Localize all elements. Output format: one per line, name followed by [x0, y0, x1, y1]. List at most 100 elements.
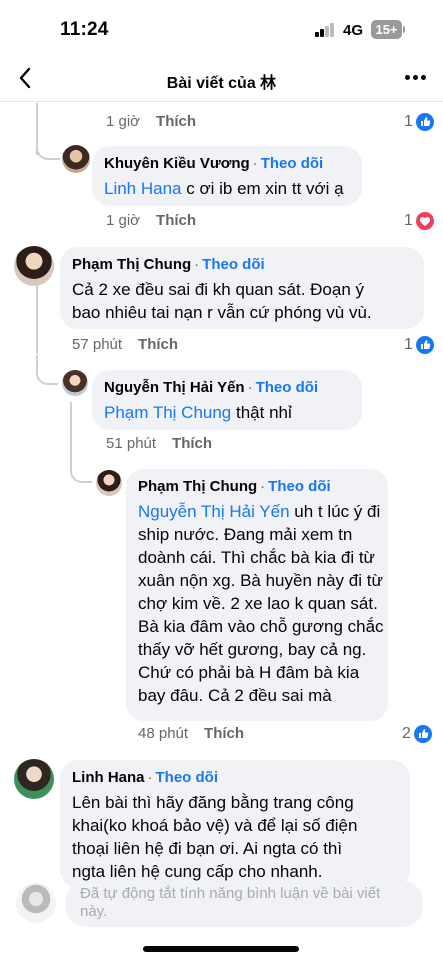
comment-line: Lên bài thì hãy đăng bằng trang công — [72, 793, 354, 812]
comment-header: Nguyễn Thị Hải Yến · Theo dõi — [104, 378, 350, 398]
thread-line — [70, 402, 72, 462]
comment-header: Linh Hana · Theo dõi — [72, 768, 398, 788]
like-button[interactable]: Thích — [172, 435, 212, 452]
comment-text: Phạm Thị Chung thật nhỉ — [104, 401, 350, 424]
network-type: 4G — [343, 22, 364, 39]
love-reaction-icon — [416, 212, 434, 230]
thread-curve — [36, 130, 60, 160]
like-button[interactable]: Thích — [138, 336, 178, 353]
current-user-avatar — [16, 883, 56, 923]
author-name[interactable]: Phạm Thị Chung — [72, 256, 191, 273]
comment-time: 51 phút — [106, 435, 157, 452]
comment-text: Lên bài thì hãy đăng bằng trang công kha… — [72, 791, 398, 883]
comment-text: Nguyễn Thị Hải Yến uh t lúc ý đi ship nư… — [138, 500, 384, 707]
reaction-count: 1 — [404, 211, 434, 231]
reaction-number: 2 — [402, 725, 411, 742]
mention-link[interactable]: Phạm Thị Chung — [104, 403, 231, 422]
reaction-number: 1 — [404, 113, 413, 130]
thread-line — [36, 282, 38, 354]
comment-line: ship nước. Đang mải xem tn — [138, 525, 353, 544]
comment-text-rest: uh t lúc ý đi — [289, 502, 381, 521]
comment-line: bao nhiêu tai nạn r vẫn cứ phóng vù vù. — [72, 303, 372, 322]
comment-line: Chứ có phải bà H đâm bà kia — [138, 663, 360, 682]
like-button[interactable]: Thích — [156, 212, 196, 229]
comment-text: Cả 2 xe đều sai đi kh quan sát. Đoạn ý b… — [72, 278, 412, 324]
follow-button[interactable]: Theo dõi — [268, 478, 331, 495]
thread-curve — [70, 455, 92, 483]
mention-link[interactable]: Linh Hana — [104, 179, 182, 198]
comment-meta: 51 phút Thích — [106, 434, 212, 454]
comment-line: chợ kim về. 2 xe lao k quan sát. — [138, 594, 378, 613]
author-name[interactable]: Khuyên Kiều Vương — [104, 155, 250, 172]
comment-line: xuân nộn xg. Bà huyền này đi từ — [138, 571, 383, 590]
thread-curve — [36, 355, 58, 385]
follow-button[interactable]: Theo dõi — [156, 769, 219, 786]
separator-dot: · — [147, 769, 153, 786]
reaction-count: 1 — [404, 335, 434, 355]
reaction-count: 1 — [404, 112, 434, 132]
comment-bubble: Nguyễn Thị Hải Yến · Theo dõi Phạm Thị Chu… — [92, 370, 362, 430]
battery-icon: 15+ — [371, 20, 402, 39]
comment-line: bay đâu. Cả 2 đều sai mà — [138, 686, 332, 705]
comment-text-rest: thật nhỉ — [231, 403, 292, 422]
reaction-number: 1 — [404, 336, 413, 353]
comment-time: 57 phút — [72, 336, 123, 353]
reaction-number: 1 — [404, 212, 413, 229]
battery-tip — [403, 26, 405, 33]
comment-text: Linh Hana c ơi ib em xin tt với ạ — [104, 177, 350, 200]
comment-header: Phạm Thị Chung · Theo dõi — [72, 255, 412, 275]
avatar[interactable] — [62, 145, 90, 173]
author-name[interactable]: Nguyễn Thị Hải Yến — [104, 379, 245, 396]
comment-bubble: Khuyên Kiều Vương · Theo dõi Linh Hana c ơ… — [92, 146, 362, 206]
separator-dot: · — [247, 379, 253, 396]
avatar[interactable] — [14, 759, 54, 799]
like-button[interactable]: Thích — [156, 113, 196, 130]
like-button[interactable]: Thích — [204, 725, 244, 742]
comment-line: khai(ko khoá bảo vệ) và để lại số điện — [72, 816, 358, 835]
comment-header: Khuyên Kiều Vương · Theo dõi — [104, 154, 350, 174]
separator-dot: · — [260, 478, 266, 495]
more-options-icon[interactable] — [405, 75, 427, 81]
comment-time: 1 giờ — [106, 212, 141, 229]
comment-meta: 1 giờ Thích — [106, 112, 196, 132]
comment-meta: 1 giờ Thích — [106, 211, 196, 231]
follow-button[interactable]: Theo dõi — [256, 379, 319, 396]
comment-time: 48 phút — [138, 725, 189, 742]
author-name[interactable]: Phạm Thị Chung — [138, 478, 257, 495]
comment-line: ngta liên hệ cung cấp cho nhanh. — [72, 862, 323, 881]
separator-dot: · — [252, 155, 258, 172]
avatar[interactable] — [62, 370, 88, 396]
follow-button[interactable]: Theo dõi — [261, 155, 324, 172]
avatar[interactable] — [96, 470, 122, 496]
comment-line: Cả 2 xe đều sai đi kh quan sát. Đoạn ý — [72, 280, 365, 299]
status-bar: 11:24 4G 15+ — [0, 0, 443, 56]
comment-line: thoại liên hệ đi bạn ơi. Ai ngta có thì — [72, 839, 343, 858]
comment-input-disabled: Đã tự động tắt tính năng bình luận về bà… — [66, 881, 423, 927]
home-indicator — [143, 946, 299, 952]
page-title: Bài viết của 林 — [166, 75, 277, 92]
follow-button[interactable]: Theo dõi — [202, 256, 265, 273]
like-reaction-icon — [416, 113, 434, 131]
like-reaction-icon — [416, 336, 434, 354]
comment-line: Nguyễn Thị Hải Yến uh t lúc ý đi — [138, 500, 380, 523]
avatar[interactable] — [14, 246, 54, 286]
comment-line: doành cái. Thì chắc bà kia đi từ — [138, 548, 375, 567]
author-name[interactable]: Linh Hana — [72, 769, 145, 786]
comment-bubble: Phạm Thị Chung · Theo dõi Nguyễn Thị Hải Y… — [126, 469, 388, 721]
comment-bubble: Linh Hana · Theo dõi Lên bài thì hãy đăng … — [60, 760, 410, 888]
reaction-count: 2 — [402, 724, 432, 744]
mention-link[interactable]: Nguyễn Thị Hải Yến — [138, 502, 290, 521]
header: Bài viết của 林 — [0, 56, 443, 102]
comment-meta: 57 phút Thích — [72, 335, 178, 355]
comment-time: 1 giờ — [106, 113, 141, 130]
comment-text-rest: c ơi ib em xin tt với ạ — [181, 179, 344, 198]
comment-header: Phạm Thị Chung · Theo dõi — [138, 477, 376, 497]
separator-dot: · — [194, 256, 200, 273]
like-reaction-icon — [414, 725, 432, 743]
comment-line: Bà kia đâm vào chỗ gương chắc — [138, 617, 384, 636]
status-time: 11:24 — [60, 19, 109, 40]
comment-bubble: Phạm Thị Chung · Theo dõi Cả 2 xe đều sai … — [60, 247, 424, 329]
signal-icon — [315, 23, 335, 37]
comment-line: thấy vỡ hết gương, bay cả ng. — [138, 640, 367, 659]
comment-meta: 48 phút Thích — [138, 724, 244, 744]
